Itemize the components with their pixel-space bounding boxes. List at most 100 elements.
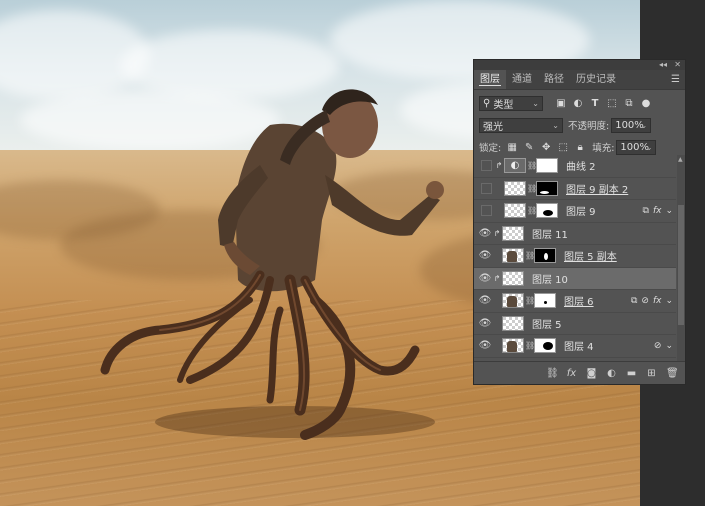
layer-mask-thumbnail[interactable] [536, 180, 558, 196]
delete-layer-icon[interactable]: 🗑︎ [666, 368, 679, 379]
layer-name: 图层 9 副本 2 [566, 184, 629, 196]
layer-row[interactable]: 👁︎ 图层 5 [474, 313, 676, 335]
opacity-value: 100% [615, 119, 644, 131]
tab-layers[interactable]: 图层 [474, 70, 506, 89]
layers-panel: ◂◂ ✕ 图层 通道 路径 历史记录 ☰ ⚲ 类型 ⌄ ▣ ◐ T ⬚ ⧉ ● … [473, 59, 686, 385]
opacity-field[interactable]: 100% ⌄ [611, 117, 652, 133]
layer-thumbnail[interactable] [502, 293, 524, 309]
curves-adjustment-icon: ◐ [504, 158, 526, 174]
link-icon: ⛓ [525, 251, 536, 261]
layer-thumbnail[interactable] [504, 180, 526, 196]
filter-toggle-icon[interactable]: ● [640, 97, 652, 109]
lock-artboard-icon[interactable]: ⬚ [557, 141, 569, 153]
link-icon: ⛓ [527, 183, 538, 193]
layers-list: ↱ ◐ ⛓ 曲线 2 ⛓ 图层 9 副本 2 ⛓ 图层 9 ⧉ fx ⌄ 👁︎ … [474, 155, 676, 368]
layer-thumbnail[interactable] [502, 270, 524, 286]
blend-row: 强光 ⌄ 不透明度: 100% ⌄ [474, 114, 685, 136]
chevron-down-icon[interactable]: ⌄ [665, 296, 673, 306]
clip-arrow-icon: ↱ [493, 273, 501, 283]
eye-icon[interactable]: 👁︎ [478, 249, 492, 263]
panel-titlebar[interactable]: ◂◂ ✕ [474, 60, 685, 70]
visibility-toggle[interactable] [481, 160, 492, 172]
layer-name: 图层 6 [564, 297, 594, 309]
layer-name: 曲线 2 [566, 162, 596, 174]
pixel-filter-icon[interactable]: ▣ [555, 97, 567, 109]
type-filter-icon[interactable]: T [589, 97, 601, 109]
lock-transparent-icon[interactable]: ▦ [506, 141, 518, 153]
panel-bottom-bar: ⛓ fx ◙ ◐ ▬ ⊞ 🗑︎ [474, 361, 685, 384]
clip-arrow-icon: ↱ [493, 228, 501, 238]
link-icon: ⛓ [525, 341, 536, 351]
chevron-down-icon: ⌄ [645, 142, 653, 152]
clip-arrow-icon: ↱ [495, 161, 503, 171]
scroll-up-icon[interactable]: ▲ [678, 156, 683, 163]
filter-row: ⚲ 类型 ⌄ ▣ ◐ T ⬚ ⧉ ● [474, 92, 685, 114]
layer-thumbnail[interactable] [502, 315, 524, 331]
tab-paths[interactable]: 路径 [538, 70, 570, 89]
tab-channels[interactable]: 通道 [506, 70, 538, 89]
filter-kind-select[interactable]: ⚲ 类型 ⌄ [479, 95, 543, 111]
fill-label: 填充: [592, 143, 615, 154]
link-icon: ⛓ [527, 206, 538, 216]
visibility-toggle[interactable] [481, 205, 492, 217]
visibility-toggle[interactable] [481, 182, 492, 194]
eye-icon[interactable]: 👁︎ [478, 316, 492, 330]
layer-mask-thumbnail[interactable] [534, 338, 556, 354]
fill-field[interactable]: 100% ⌄ [616, 139, 657, 155]
add-mask-icon[interactable]: ◙ [586, 368, 597, 379]
eye-icon[interactable]: 👁︎ [478, 271, 492, 285]
lock-label: 锁定: [479, 143, 502, 154]
link-icon: ⛓ [525, 296, 536, 306]
layer-name: 图层 4 [564, 342, 594, 354]
layer-row-selected[interactable]: 👁︎ ↱ 图层 10 [474, 267, 676, 290]
layer-row[interactable]: 👁︎ ↱ 图层 11 [474, 223, 676, 245]
tab-history[interactable]: 历史记录 [570, 70, 622, 89]
adjustment-filter-icon[interactable]: ◐ [572, 97, 584, 109]
layer-mask-thumbnail[interactable] [536, 203, 558, 219]
chevron-down-icon: ⌄ [532, 98, 539, 108]
panel-menu-icon[interactable]: ☰ [671, 74, 680, 85]
lock-position-icon[interactable]: ✥ [540, 141, 552, 153]
layer-thumbnail[interactable] [504, 203, 526, 219]
new-group-icon[interactable]: ▬ [626, 368, 637, 379]
eye-icon[interactable]: 👁︎ [478, 294, 492, 308]
smart-object-icon: ⧉ [642, 205, 649, 216]
layer-mask-thumbnail[interactable] [536, 158, 558, 174]
layer-thumbnail[interactable] [502, 248, 524, 264]
fx-icon[interactable]: fx [566, 368, 577, 379]
layer-row[interactable]: 👁︎ ⛓ 图层 6 ⧉ ⊘ fx ⌄ [474, 290, 676, 313]
new-layer-icon[interactable]: ⊞ [646, 368, 657, 379]
layer-row[interactable]: ⛓ 图层 9 副本 2 [474, 178, 676, 200]
eye-icon[interactable]: 👁︎ [478, 339, 492, 353]
layer-mask-thumbnail[interactable] [534, 248, 556, 264]
blend-mode-value: 强光 [483, 121, 503, 133]
fx-icon[interactable]: fx [653, 296, 662, 306]
layer-row[interactable]: ⛓ 图层 9 ⧉ fx ⌄ [474, 200, 676, 223]
layer-thumbnail[interactable] [502, 338, 524, 354]
scrollbar-thumb[interactable] [678, 205, 684, 325]
close-icon[interactable]: ✕ [674, 60, 681, 70]
chevron-down-icon[interactable]: ⌄ [665, 206, 673, 216]
blend-mode-select[interactable]: 强光 ⌄ [479, 117, 563, 133]
layer-row[interactable]: ↱ ◐ ⛓ 曲线 2 [474, 155, 676, 178]
lock-image-icon[interactable]: ✎ [523, 141, 535, 153]
chevron-down-icon[interactable]: ⌄ [665, 341, 673, 351]
smart-object-filter-icon[interactable]: ⧉ [623, 97, 635, 109]
link-layers-icon[interactable]: ⛓ [546, 368, 559, 379]
lock-all-icon[interactable]: 🔒︎ [574, 141, 586, 153]
shape-filter-icon[interactable]: ⬚ [606, 97, 618, 109]
smart-object-icon: ⧉ [630, 295, 638, 306]
layer-thumbnail[interactable] [502, 225, 524, 241]
layer-row[interactable]: 👁︎ ⛓ 图层 5 副本 [474, 245, 676, 268]
collapse-icon[interactable]: ◂◂ [659, 60, 667, 70]
layer-mask-thumbnail[interactable] [534, 293, 556, 309]
chevron-down-icon: ⌄ [640, 120, 648, 130]
adjustment-layer-icon[interactable]: ◐ [606, 368, 617, 379]
eye-icon[interactable]: 👁︎ [478, 226, 492, 240]
fx-icon[interactable]: fx [653, 206, 662, 216]
chevron-down-icon: ⌄ [552, 120, 559, 130]
layers-scrollbar[interactable]: ▲ ▼ [677, 155, 685, 368]
search-icon: ⚲ [483, 97, 491, 109]
root-figure [100, 89, 444, 440]
layer-row[interactable]: 👁︎ ⛓ 图层 4 ⊘ ⌄ [474, 335, 676, 358]
